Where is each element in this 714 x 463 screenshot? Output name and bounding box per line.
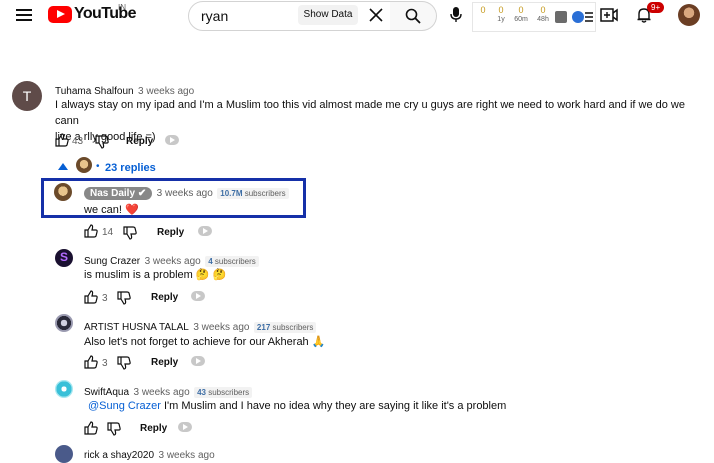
like-count: 14 <box>102 227 114 238</box>
dislike-icon[interactable] <box>95 135 109 149</box>
reply-header: rick a shay2020 3 weeks ago <box>84 445 215 463</box>
reply-time[interactable]: 3 weeks ago <box>133 387 189 398</box>
account-avatar[interactable] <box>678 4 700 26</box>
like-icon[interactable] <box>84 421 98 435</box>
like-icon[interactable] <box>84 224 98 238</box>
commenter-avatar[interactable]: T <box>12 81 42 111</box>
reply-button[interactable]: Reply <box>126 136 153 147</box>
reply-header: Nas Daily ✔ 3 weeks ago 10.7M subscriber… <box>84 183 289 201</box>
like-count: 3 <box>102 293 108 304</box>
like-icon[interactable] <box>84 290 98 304</box>
reply-text: is muslim is a problem 🤔 🤔 <box>84 269 227 281</box>
search-box[interactable]: ryan Show Data <box>188 1 392 31</box>
reply-text: Also let's not forget to achieve for our… <box>84 336 326 348</box>
mention-link[interactable]: @Sung Crazer <box>88 400 161 412</box>
youtube-play-icon <box>48 5 72 23</box>
reply-text: @Sung Crazer I'm Muslim and I have no id… <box>88 400 507 412</box>
reply-header: SwiftAqua 3 weeks ago 43 subscribers <box>84 382 253 400</box>
creator-avatar-small <box>76 157 92 173</box>
reply-author[interactable]: rick a shay2020 <box>84 450 154 461</box>
subscriber-badge: 43 subscribers <box>194 387 253 398</box>
reply-author[interactable]: Sung Crazer <box>84 256 140 267</box>
microphone-icon[interactable] <box>450 7 462 23</box>
create-video-icon[interactable] <box>600 8 618 22</box>
ai-reply-icon[interactable] <box>191 356 205 366</box>
reply-button[interactable]: Reply <box>151 292 178 303</box>
ext-stat-48h: 0 48h <box>537 5 549 24</box>
reply-avatar[interactable]: S <box>55 249 73 267</box>
verified-icon: ✔ <box>137 188 147 199</box>
dislike-icon[interactable] <box>107 422 121 436</box>
subscriber-badge: 217 subscribers <box>253 322 317 333</box>
comment-time[interactable]: 3 weeks ago <box>138 86 194 97</box>
reply-author[interactable]: ARTIST HUSNA TALAL <box>84 322 189 333</box>
ai-reply-icon[interactable] <box>191 291 205 301</box>
reply-avatar[interactable] <box>55 314 73 332</box>
replies-bullet: • <box>96 161 100 172</box>
menu-icon[interactable] <box>16 9 32 21</box>
replies-toggle[interactable]: 23 replies <box>105 162 156 174</box>
dislike-icon[interactable] <box>117 356 131 370</box>
extension-panel: 0 0 1y 0 60m 0 48h <box>472 2 596 32</box>
clear-search-icon[interactable] <box>369 8 383 22</box>
ext-stat-0: 0 <box>480 5 486 15</box>
reply-author[interactable]: SwiftAqua <box>84 387 129 398</box>
reply-avatar[interactable] <box>54 183 72 201</box>
masthead: YouTube IN ryan Show Data 0 0 1y 0 60m 0 48… <box>0 0 714 32</box>
like-icon[interactable] <box>84 355 98 369</box>
collapse-replies-icon[interactable] <box>58 163 68 170</box>
like-count: 43 <box>72 136 84 147</box>
ai-reply-icon[interactable] <box>165 135 179 145</box>
logo-text: YouTube <box>74 5 136 22</box>
search-icon <box>405 8 421 24</box>
ai-reply-icon[interactable] <box>178 422 192 432</box>
show-data-button[interactable]: Show Data <box>298 5 358 25</box>
subscriber-badge: 10.7M subscribers <box>217 188 289 199</box>
like-count: 3 <box>102 358 108 369</box>
play-circle-icon[interactable] <box>572 11 584 23</box>
ext-stat-1y: 0 1y <box>497 5 505 24</box>
dislike-icon[interactable] <box>123 226 137 240</box>
reply-button[interactable]: Reply <box>157 227 184 238</box>
comment-author[interactable]: Tuhama Shalfoun <box>55 86 134 97</box>
notification-badge: 9+ <box>647 2 665 13</box>
chart-icon[interactable] <box>555 11 567 23</box>
list-icon[interactable] <box>585 12 593 22</box>
reply-time[interactable]: 3 weeks ago <box>145 256 201 267</box>
reply-author-verified[interactable]: Nas Daily ✔ <box>84 187 153 200</box>
reply-text: we can! ❤️ <box>84 204 139 216</box>
s-logo-icon: S <box>60 250 69 264</box>
reply-header: ARTIST HUSNA TALAL 3 weeks ago 217 subsc… <box>84 317 317 335</box>
ai-reply-icon[interactable] <box>198 226 212 236</box>
search-button[interactable] <box>390 1 437 31</box>
country-code: IN <box>118 3 126 12</box>
reply-time[interactable]: 3 weeks ago <box>159 450 215 461</box>
reply-button[interactable]: Reply <box>140 423 167 434</box>
reply-avatar[interactable] <box>55 380 73 398</box>
search-input[interactable]: ryan <box>201 8 228 24</box>
reply-button[interactable]: Reply <box>151 357 178 368</box>
dislike-icon[interactable] <box>117 291 131 305</box>
reply-header: Sung Crazer 3 weeks ago 4 subscribers <box>84 251 259 269</box>
like-icon[interactable] <box>55 133 69 147</box>
subscriber-badge: 4 subscribers <box>205 256 259 267</box>
reply-time[interactable]: 3 weeks ago <box>193 322 249 333</box>
reply-avatar[interactable] <box>55 445 73 463</box>
reply-time[interactable]: 3 weeks ago <box>157 188 213 199</box>
ext-stat-60m: 0 60m <box>514 5 528 24</box>
